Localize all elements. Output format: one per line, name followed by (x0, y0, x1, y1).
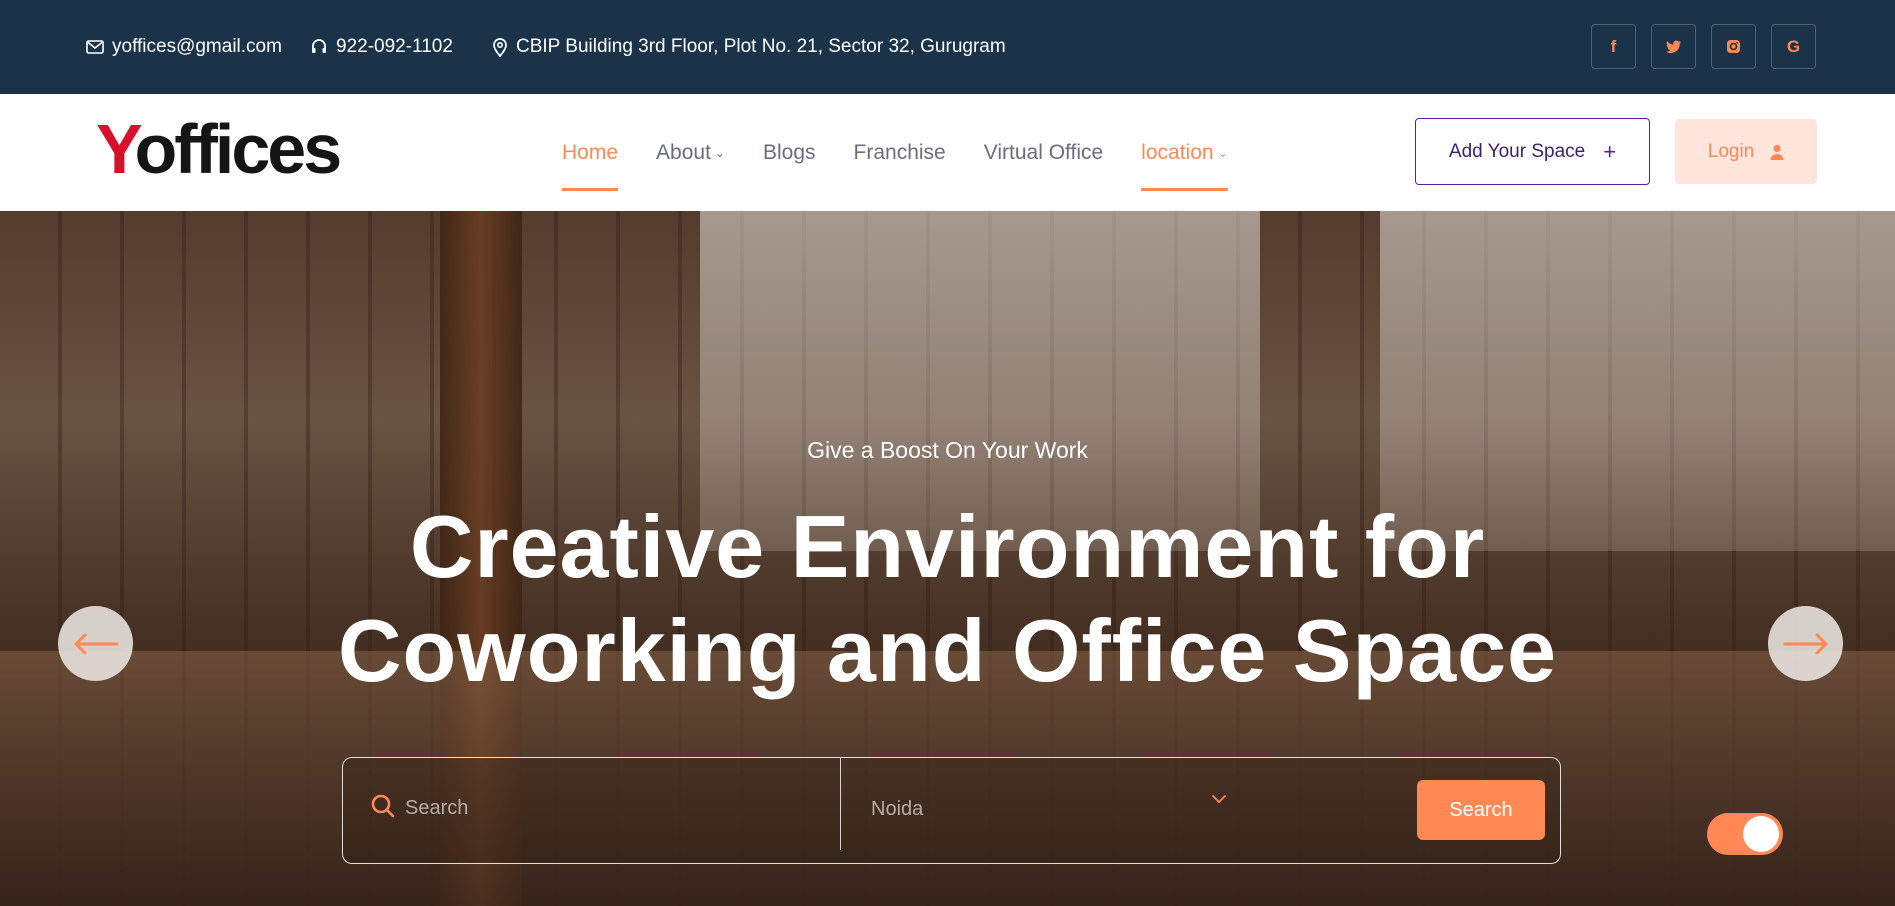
facebook-icon[interactable]: f (1591, 24, 1636, 69)
login-label: Login (1707, 140, 1755, 162)
city-select[interactable]: Noida (871, 798, 923, 821)
search-form: Noida Search (342, 757, 1561, 864)
chevron-down-icon: ⌄ (714, 145, 725, 160)
nav-home[interactable]: Home (562, 94, 619, 211)
nav-location-label: location (1141, 140, 1214, 164)
user-icon (1770, 144, 1784, 160)
twitter-icon[interactable] (1651, 24, 1696, 69)
search-divider (840, 758, 841, 850)
toggle-knob (1743, 816, 1779, 852)
login-button[interactable]: Login (1675, 119, 1817, 184)
search-input[interactable] (405, 788, 805, 828)
nav-franchise[interactable]: Franchise (854, 94, 946, 211)
google-icon[interactable]: G (1771, 24, 1816, 69)
logo-rest: offices (134, 110, 343, 188)
chevron-down-icon: ⌄ (1217, 145, 1228, 160)
nav-franchise-label: Franchise (853, 140, 946, 164)
contact-phone[interactable]: 922-092-1102 (310, 36, 453, 58)
theme-toggle[interactable] (1707, 813, 1783, 855)
headset-icon (312, 39, 326, 53)
email-text: yoffices@gmail.com (112, 36, 282, 57)
headline-line-2: Coworking and Office Space (337, 601, 1558, 700)
yoffices-logo[interactable]: Yoffices (96, 114, 342, 184)
headline-line-1: Creative Environment for (409, 497, 1486, 596)
phone-text: 922-092-1102 (336, 36, 453, 57)
nav-about[interactable]: About ⌄ (656, 94, 725, 211)
arrow-right-icon (1783, 633, 1827, 654)
add-space-label: Add Your Space (1448, 140, 1586, 162)
logo-y: Y (96, 110, 137, 188)
nav-location[interactable]: location ⌄ (1141, 94, 1229, 211)
plus-icon: + (1603, 138, 1617, 164)
nav-home-label: Home (562, 140, 619, 164)
hero-headline: Creative Environment for Coworking and O… (0, 495, 1895, 703)
search-icon (371, 794, 395, 818)
contact-address: CBIP Building 3rd Floor, Plot No. 21, Se… (492, 36, 1006, 58)
search-button[interactable]: Search (1417, 780, 1545, 840)
next-slide-button[interactable] (1768, 606, 1843, 681)
nav-about-label: About (656, 140, 711, 164)
instagram-icon[interactable] (1711, 24, 1756, 69)
contact-email[interactable]: yoffices@gmail.com (86, 36, 282, 58)
nav-virtual-office[interactable]: Virtual Office (984, 94, 1103, 211)
nav-blogs[interactable]: Blogs (763, 94, 816, 211)
main-navbar: Yoffices Home About ⌄ Blogs Franchise Vir… (0, 94, 1895, 211)
hero-tagline: Give a Boost On Your Work (807, 437, 1088, 463)
top-bar: yoffices@gmail.com 922-092-1102 CBIP Bui… (0, 0, 1895, 94)
nav-blogs-label: Blogs (762, 140, 816, 164)
location-pin-icon (493, 37, 507, 57)
add-your-space-button[interactable]: Add Your Space + (1415, 118, 1650, 185)
arrow-left-icon (74, 633, 118, 654)
nav-virtual-office-label: Virtual Office (983, 140, 1104, 164)
nav-menu: Home About ⌄ Blogs Franchise Virtual Offi… (562, 94, 1266, 211)
chevron-down-icon[interactable] (1211, 794, 1227, 804)
mail-icon (86, 40, 104, 54)
social-links: f G (1591, 24, 1816, 69)
address-text: CBIP Building 3rd Floor, Plot No. 21, Se… (516, 36, 1006, 57)
previous-slide-button[interactable] (58, 606, 133, 681)
